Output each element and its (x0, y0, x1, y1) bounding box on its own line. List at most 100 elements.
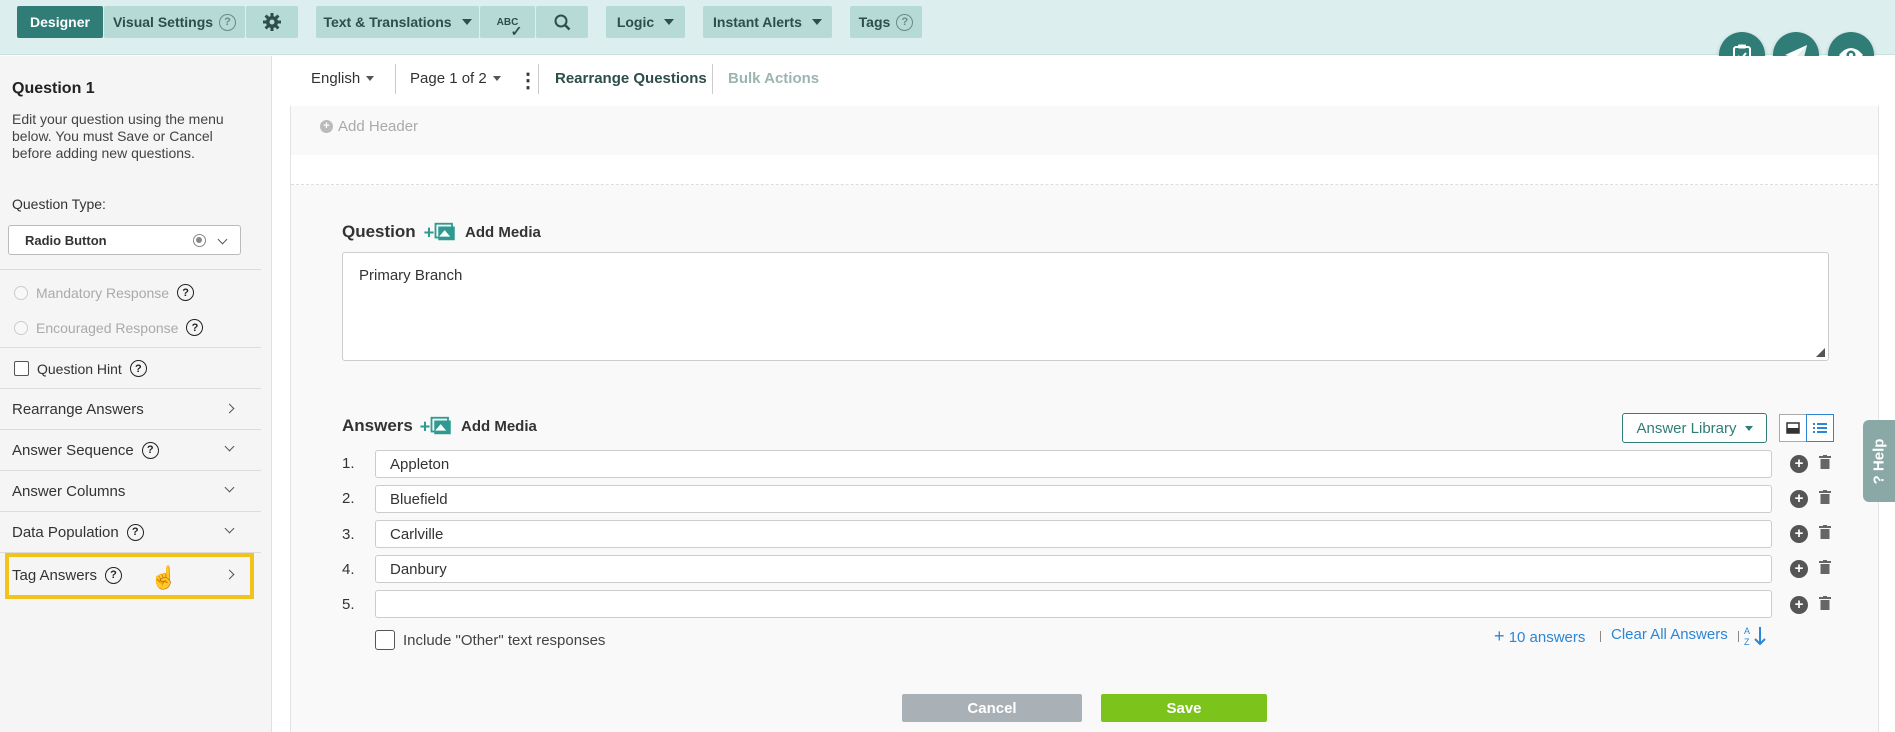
add-media-icon: + (424, 221, 455, 242)
chevron-right-icon (224, 403, 235, 414)
add-header-button[interactable]: + Add Header (320, 118, 418, 135)
question-type-select[interactable]: Radio Button (8, 225, 241, 255)
search-icon (554, 14, 571, 31)
caret-down-icon (811, 19, 822, 25)
trash-icon[interactable] (1819, 490, 1831, 504)
include-other-option[interactable]: Include "Other" text responses (375, 630, 605, 650)
page-toolbar (273, 56, 1895, 106)
answer-number: 3. (342, 526, 355, 543)
visual-settings-button[interactable]: Visual Settings ? (104, 6, 245, 38)
question-hint-checkbox[interactable] (14, 361, 29, 376)
hand-cursor-icon: ☝ (150, 565, 178, 590)
header-strip (291, 155, 1878, 185)
answer-number: 5. (342, 596, 355, 613)
answer-input[interactable] (375, 590, 1772, 618)
data-population-row[interactable]: Data Population ? (0, 512, 261, 552)
answers-add-media-button[interactable]: + Add Media (419, 415, 537, 437)
help-icon: ? (896, 13, 914, 31)
include-other-checkbox[interactable] (375, 630, 395, 650)
search-replace-button[interactable] (536, 6, 588, 38)
add-10-answers-link[interactable]: + 10 answers (1494, 626, 1585, 647)
answer-library-dropdown[interactable]: Answer Library (1622, 413, 1767, 443)
add-answer-icon[interactable]: + (1790, 525, 1808, 543)
answers-label: Answers (342, 416, 413, 435)
caret-down-icon (366, 76, 375, 81)
spellcheck-icon: ABC ✓ (496, 16, 523, 39)
caret-down-icon (492, 76, 501, 81)
gear-icon (263, 13, 281, 31)
divider (712, 64, 713, 94)
answer-number: 4. (342, 561, 355, 578)
answer-input[interactable]: Appleton (375, 450, 1772, 478)
help-icon[interactable]: ? (177, 284, 195, 301)
question-type-label: Question Type: (12, 196, 106, 212)
radio-input[interactable] (14, 285, 28, 300)
divider (0, 269, 261, 270)
encouraged-response-option[interactable]: Encouraged Response ? (14, 319, 204, 336)
bulk-actions-link[interactable]: Bulk Actions (728, 70, 819, 87)
caret-down-icon (1744, 425, 1753, 431)
cancel-button[interactable]: Cancel (902, 694, 1082, 722)
help-icon[interactable]: ? (141, 441, 159, 459)
chevron-down-icon (224, 441, 235, 452)
answer-input[interactable]: Carlville (375, 520, 1772, 548)
add-answer-icon[interactable]: + (1790, 596, 1808, 614)
help-icon[interactable]: ? (129, 360, 147, 377)
caret-down-icon (664, 19, 675, 25)
instant-alerts-button[interactable]: Instant Alerts (703, 6, 832, 38)
media-view-icon (1786, 422, 1800, 434)
clear-all-answers-link[interactable]: Clear All Answers (1611, 626, 1728, 643)
add-answer-icon[interactable]: + (1790, 490, 1808, 508)
settings-button[interactable] (246, 6, 298, 38)
text-translations-button[interactable]: Text & Translations (316, 6, 479, 38)
highlight-box (5, 553, 254, 599)
add-answer-icon[interactable]: + (1790, 560, 1808, 578)
top-toolbar: Designer Visual Settings ? Text & Transl… (0, 0, 1895, 55)
answer-input[interactable]: Danbury (375, 555, 1772, 583)
svg-text:+: + (420, 415, 431, 436)
help-icon: ? (219, 13, 237, 31)
help-icon: ? (1870, 470, 1888, 484)
answer-sequence-row[interactable]: Answer Sequence ? (0, 430, 261, 470)
sort-alpha-icon[interactable]: AZ (1744, 625, 1768, 647)
trash-icon[interactable] (1819, 525, 1831, 539)
designer-button[interactable]: Designer (17, 6, 103, 38)
tags-button[interactable]: Tags ? (850, 6, 922, 38)
page-select[interactable]: Page 1 of 2 (410, 70, 501, 87)
add-media-icon: + (420, 415, 451, 436)
help-tab[interactable]: ? Help (1863, 420, 1895, 502)
plus-circle-icon: + (320, 120, 333, 133)
question-hint-option[interactable]: Question Hint ? (14, 360, 147, 377)
question-text-input[interactable]: Primary Branch (342, 252, 1829, 361)
rearrange-questions-link[interactable]: Rearrange Questions (555, 70, 707, 87)
logic-button[interactable]: Logic (606, 6, 685, 38)
save-button[interactable]: Save (1101, 694, 1267, 722)
answer-input[interactable]: Bluefield (375, 485, 1772, 513)
trash-icon[interactable] (1819, 560, 1831, 574)
page-menu-icon[interactable]: ⋮ (518, 68, 538, 93)
plus-icon: + (1494, 626, 1505, 646)
rearrange-answers-row[interactable]: Rearrange Answers (0, 389, 261, 429)
question-title: Question 1 (12, 80, 95, 97)
question-add-media-button[interactable]: + Add Media (423, 221, 541, 243)
divider (1738, 631, 1739, 642)
language-select[interactable]: English (311, 70, 375, 87)
radio-button-icon (193, 234, 206, 247)
svg-text:+: + (424, 221, 435, 242)
help-icon[interactable]: ? (126, 523, 144, 541)
list-view-button[interactable] (1806, 414, 1834, 442)
answer-columns-row[interactable]: Answer Columns (0, 471, 261, 511)
single-column-view-button[interactable] (1779, 414, 1807, 442)
trash-icon[interactable] (1819, 596, 1831, 610)
radio-input[interactable] (14, 320, 28, 335)
mandatory-response-option[interactable]: Mandatory Response ? (14, 284, 195, 301)
add-answer-icon[interactable]: + (1790, 455, 1808, 473)
divider (395, 64, 396, 94)
resize-handle[interactable] (1816, 348, 1825, 357)
spellcheck-button[interactable]: ABC ✓ (480, 6, 535, 39)
chevron-down-icon (224, 523, 235, 534)
help-icon[interactable]: ? (186, 319, 204, 336)
trash-icon[interactable] (1819, 455, 1831, 469)
question-label: Question (342, 222, 416, 241)
answer-number: 2. (342, 490, 355, 507)
